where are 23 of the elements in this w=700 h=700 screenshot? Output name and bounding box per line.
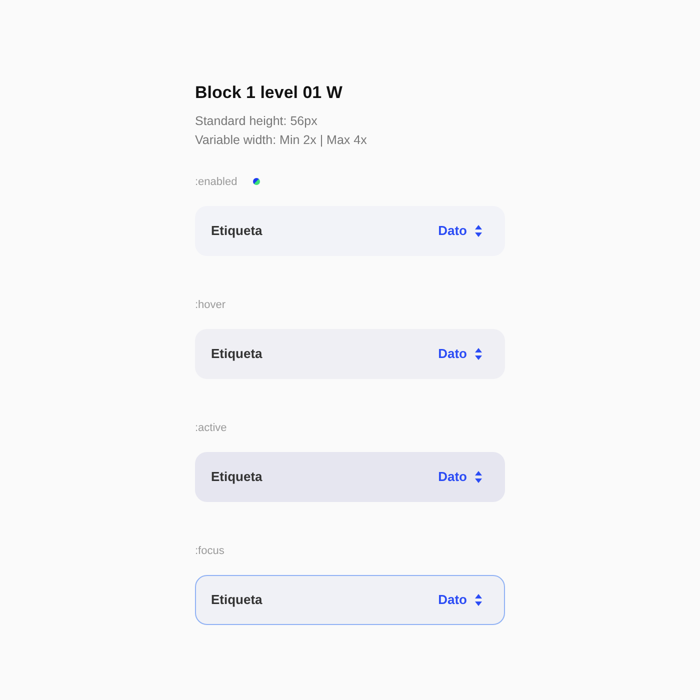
field-label: Etiqueta — [211, 344, 264, 363]
field-value: Dato — [438, 590, 467, 609]
heading: Block 1 level 01 W — [195, 82, 344, 104]
field-label: Etiqueta — [211, 590, 264, 609]
sort-arrows-icon — [475, 348, 482, 360]
description-line: Standard height: 56px — [195, 112, 318, 130]
sort-arrows-icon — [475, 470, 482, 482]
field-label: Etiqueta — [211, 468, 264, 486]
field-value: Dato — [438, 344, 467, 363]
select-field[interactable]: Etiqueta Dato — [195, 328, 505, 378]
state-label: :focus — [195, 544, 224, 558]
state-label: :active — [195, 420, 227, 436]
field-label: Etiqueta — [211, 222, 264, 240]
state-label: :enabled — [195, 174, 238, 190]
select-field[interactable]: Etiqueta Dato — [195, 452, 505, 502]
select-field[interactable]: Etiqueta Dato — [195, 574, 505, 624]
description-line: Variable width: Min 2x | Max 4x — [195, 132, 368, 149]
field-value: Dato — [438, 468, 467, 486]
select-field[interactable]: Etiqueta Dato — [195, 206, 505, 256]
field-value: Dato — [438, 222, 467, 240]
sort-arrows-icon — [475, 224, 482, 236]
state-label: :hover — [195, 298, 226, 312]
sort-arrows-icon — [475, 594, 482, 606]
